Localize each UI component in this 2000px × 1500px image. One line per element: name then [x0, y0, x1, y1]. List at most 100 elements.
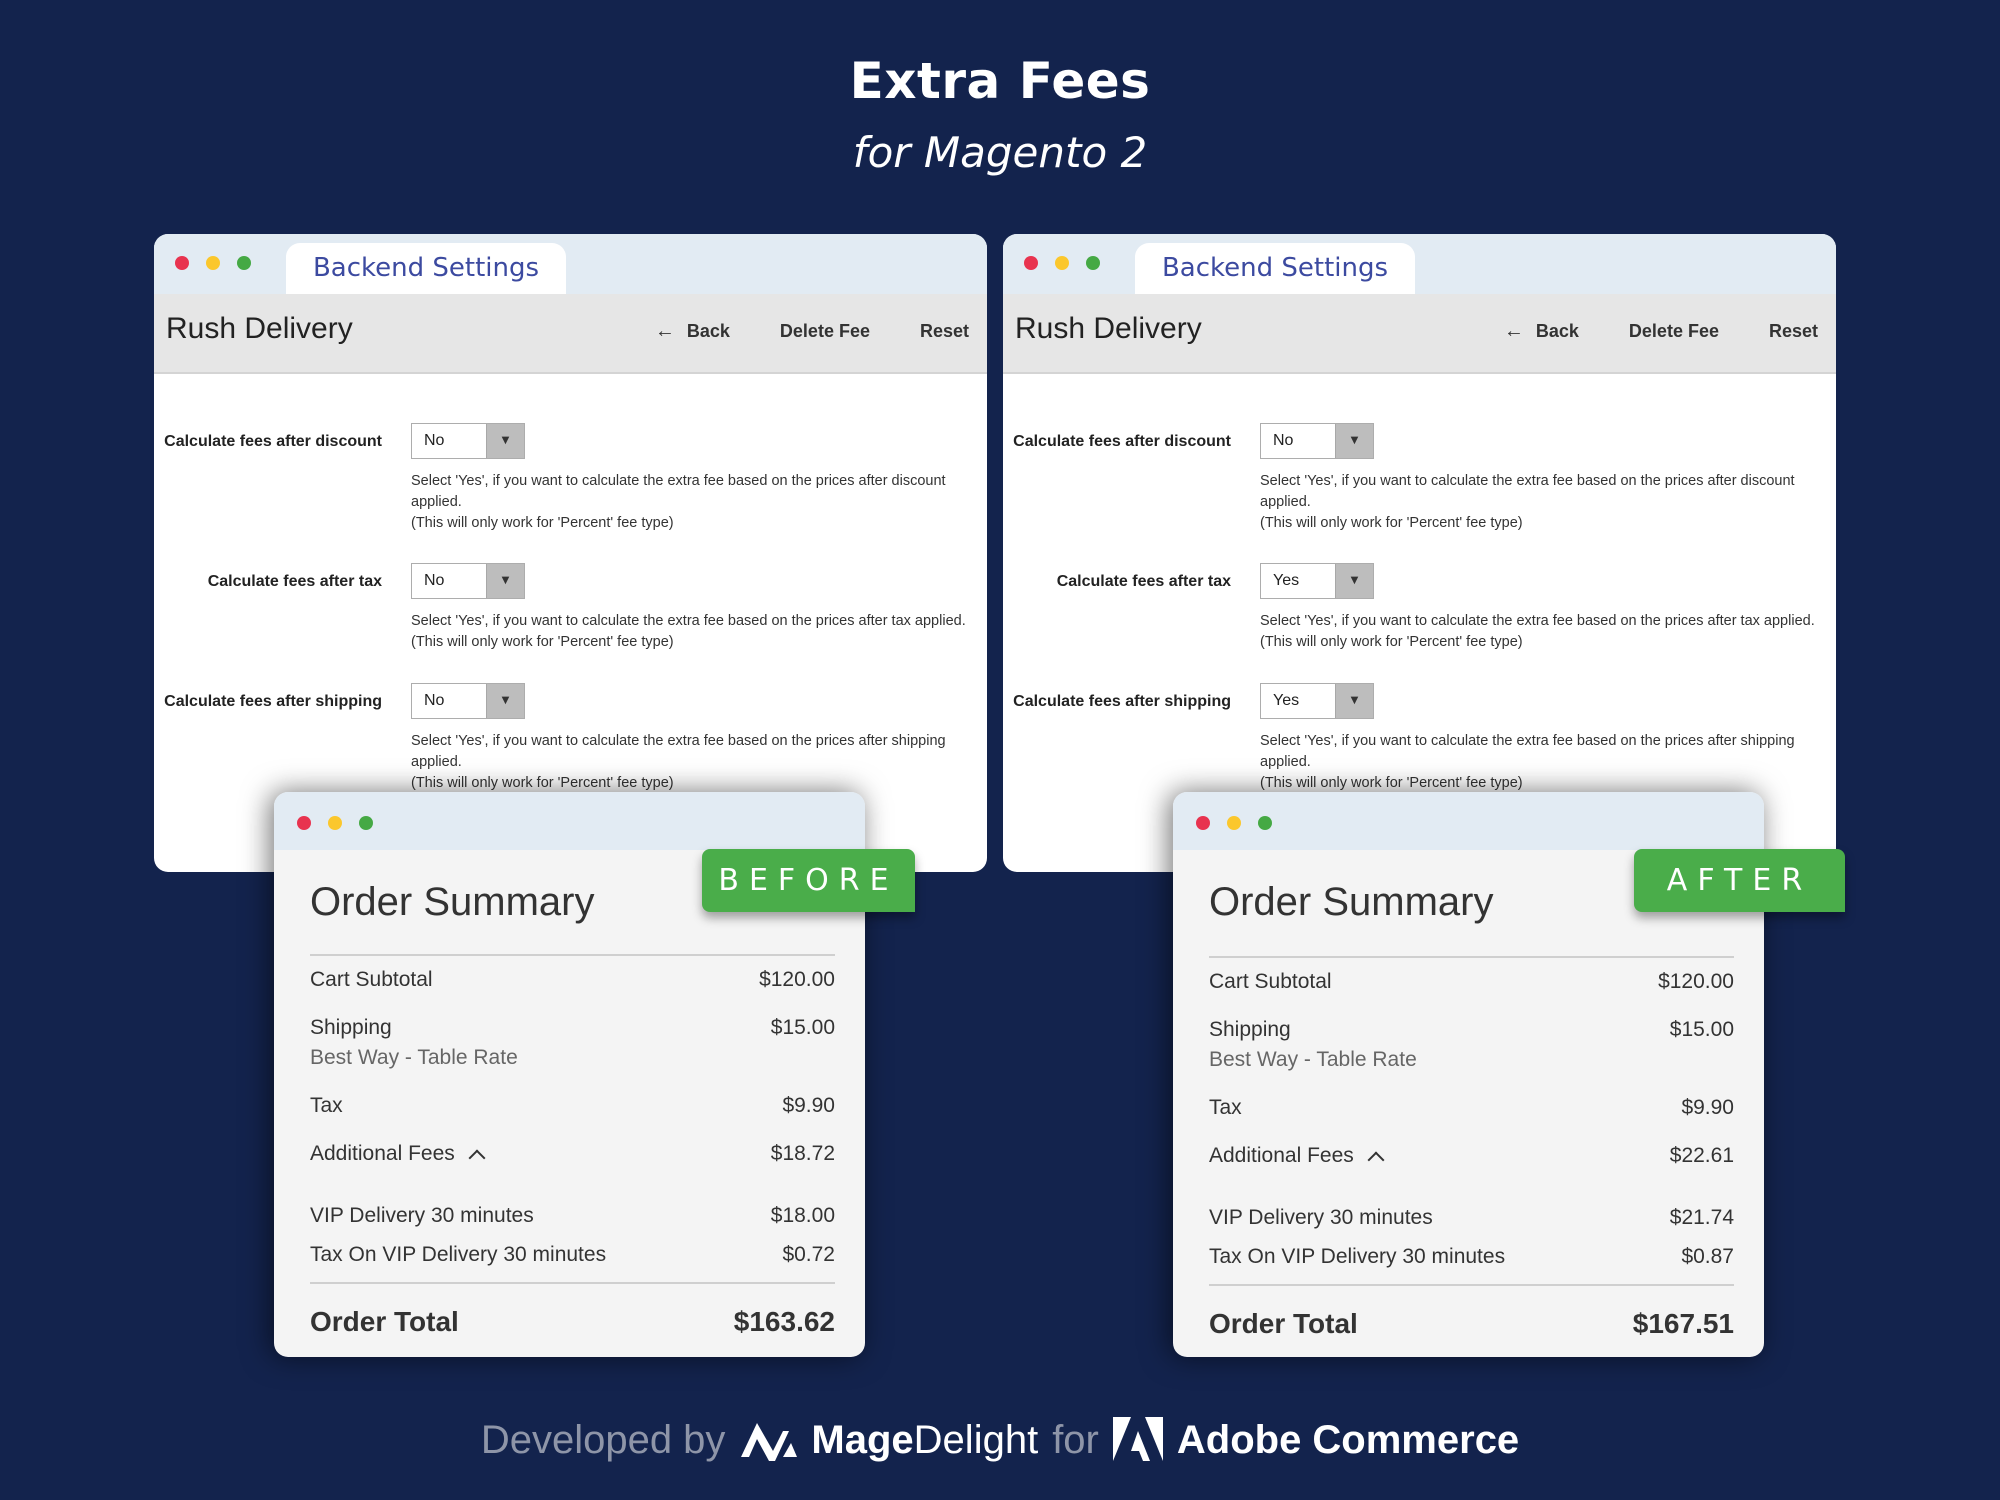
help-note: (This will only work for 'Percent' fee t… — [1260, 775, 1523, 791]
window-titlebar: Backend Settings — [154, 234, 987, 294]
help-text: Select 'Yes', if you want to calculate t… — [411, 733, 946, 770]
window-titlebar — [1173, 792, 1764, 850]
field-help: Select 'Yes', if you want to calculate t… — [411, 611, 981, 653]
summary-title: Order Summary — [310, 880, 595, 924]
dropdown-arrow-icon[interactable]: ▼ — [486, 684, 524, 718]
for-text: for — [1052, 1417, 1099, 1462]
help-note: (This will only work for 'Percent' fee t… — [411, 515, 674, 531]
backend-window-after: Backend Settings Rush Delivery ← Back Del… — [1003, 234, 1836, 872]
back-label: Back — [686, 321, 730, 341]
help-text: Select 'Yes', if you want to calculate t… — [1260, 733, 1795, 770]
row-value: $9.90 — [782, 1094, 835, 1117]
summary-row-subtotal: Cart Subtotal $120.00 — [1209, 970, 1734, 994]
maximize-dot-icon[interactable] — [359, 816, 373, 830]
after-tax-select[interactable]: No ▼ — [411, 563, 525, 599]
row-label: VIP Delivery 30 minutes — [1209, 1206, 1433, 1229]
back-button[interactable]: ← Back — [1504, 320, 1579, 343]
fee-item-row: Tax On VIP Delivery 30 minutes $0.72 — [310, 1243, 835, 1267]
row-value: $0.72 — [782, 1243, 835, 1266]
reset-button[interactable]: Reset — [1769, 320, 1818, 343]
after-shipping-select[interactable]: Yes ▼ — [1260, 683, 1374, 719]
dropdown-arrow-icon[interactable]: ▼ — [1335, 564, 1373, 598]
minimize-dot-icon[interactable] — [1227, 816, 1241, 830]
window-controls — [1024, 256, 1100, 270]
maximize-dot-icon[interactable] — [1086, 256, 1100, 270]
dropdown-arrow-icon[interactable]: ▼ — [486, 424, 524, 458]
window-titlebar: Backend Settings — [1003, 234, 1836, 294]
page-title: Rush Delivery — [1015, 312, 1202, 345]
summary-row-order-total: Order Total $163.62 — [310, 1306, 835, 1338]
row-value: $9.90 — [1681, 1096, 1734, 1119]
close-dot-icon[interactable] — [175, 256, 189, 270]
page-actions: ← Back Delete Fee Reset — [1504, 320, 1818, 343]
reset-button[interactable]: Reset — [920, 320, 969, 343]
fee-item-row: Tax On VIP Delivery 30 minutes $0.87 — [1209, 1245, 1734, 1269]
divider — [1209, 956, 1734, 958]
row-label: VIP Delivery 30 minutes — [310, 1204, 534, 1227]
hero-subtitle: for Magento 2 — [852, 128, 1148, 177]
dropdown-arrow-icon[interactable]: ▼ — [486, 564, 524, 598]
back-button[interactable]: ← Back — [655, 320, 730, 343]
row-label: Additional Fees — [1209, 1144, 1354, 1167]
row-value: $22.61 — [1669, 1144, 1734, 1167]
summary-row-additional-fees[interactable]: Additional Fees $18.72 — [310, 1142, 835, 1167]
additional-fees-toggle[interactable]: Additional Fees — [310, 1142, 486, 1167]
row-value: $18.72 — [770, 1142, 835, 1165]
summary-title: Order Summary — [1209, 880, 1494, 924]
back-label: Back — [1535, 321, 1579, 341]
field-label: Calculate fees after tax — [207, 573, 382, 590]
row-label: Cart Subtotal — [1209, 970, 1332, 993]
tab-backend-settings[interactable]: Backend Settings — [286, 243, 566, 294]
after-discount-select[interactable]: No ▼ — [1260, 423, 1374, 459]
help-note: (This will only work for 'Percent' fee t… — [1260, 515, 1523, 531]
chevron-up-icon[interactable] — [468, 1149, 486, 1167]
close-dot-icon[interactable] — [1196, 816, 1210, 830]
field-label: Calculate fees after discount — [164, 433, 382, 450]
magedelight-logo-icon — [741, 1423, 798, 1461]
select-value: Yes — [1273, 572, 1300, 589]
dropdown-arrow-icon[interactable]: ▼ — [1335, 684, 1373, 718]
select-value: Yes — [1273, 692, 1300, 709]
adobe-commerce-text: Adobe Commerce — [1176, 1417, 1520, 1462]
brand-light: Delight — [913, 1417, 1039, 1462]
after-badge: AFTER — [1634, 849, 1845, 912]
delete-fee-button[interactable]: Delete Fee — [1629, 320, 1719, 343]
fee-item-row: VIP Delivery 30 minutes $21.74 — [1209, 1206, 1734, 1230]
row-label: Tax — [1209, 1096, 1242, 1119]
close-dot-icon[interactable] — [297, 816, 311, 830]
additional-fees-toggle[interactable]: Additional Fees — [1209, 1144, 1385, 1169]
select-value: No — [424, 572, 445, 589]
help-text: Select 'Yes', if you want to calculate t… — [1260, 473, 1795, 510]
minimize-dot-icon[interactable] — [206, 256, 220, 270]
after-discount-select[interactable]: No ▼ — [411, 423, 525, 459]
row-label: Shipping — [1209, 1018, 1291, 1041]
field-help: Select 'Yes', if you want to calculate t… — [411, 471, 981, 534]
dropdown-arrow-icon[interactable]: ▼ — [1335, 424, 1373, 458]
row-value: $167.51 — [1632, 1308, 1734, 1339]
minimize-dot-icon[interactable] — [1055, 256, 1069, 270]
backend-window-before: Backend Settings Rush Delivery ← Back Del… — [154, 234, 987, 872]
after-shipping-select[interactable]: No ▼ — [411, 683, 525, 719]
magedelight-brand: MageDelight — [811, 1418, 1038, 1463]
field-label: Calculate fees after discount — [1013, 433, 1231, 450]
delete-fee-button[interactable]: Delete Fee — [780, 320, 870, 343]
divider — [310, 954, 835, 956]
close-dot-icon[interactable] — [1024, 256, 1038, 270]
after-tax-select[interactable]: Yes ▼ — [1260, 563, 1374, 599]
adobe-logo-icon — [1112, 1417, 1163, 1461]
tab-backend-settings[interactable]: Backend Settings — [1135, 243, 1415, 294]
shipping-method: Best Way - Table Rate — [310, 1046, 518, 1069]
arrow-left-icon: ← — [1503, 320, 1524, 342]
help-note: (This will only work for 'Percent' fee t… — [1260, 634, 1523, 650]
field-label: Calculate fees after shipping — [164, 693, 382, 710]
row-value: $120.00 — [1658, 970, 1734, 993]
maximize-dot-icon[interactable] — [1258, 816, 1272, 830]
window-controls — [297, 816, 373, 830]
row-value: $120.00 — [759, 968, 835, 991]
minimize-dot-icon[interactable] — [328, 816, 342, 830]
row-value: $15.00 — [1669, 1018, 1734, 1041]
maximize-dot-icon[interactable] — [237, 256, 251, 270]
summary-row-additional-fees[interactable]: Additional Fees $22.61 — [1209, 1144, 1734, 1169]
field-help: Select 'Yes', if you want to calculate t… — [1260, 611, 1830, 653]
chevron-up-icon[interactable] — [1367, 1151, 1385, 1169]
